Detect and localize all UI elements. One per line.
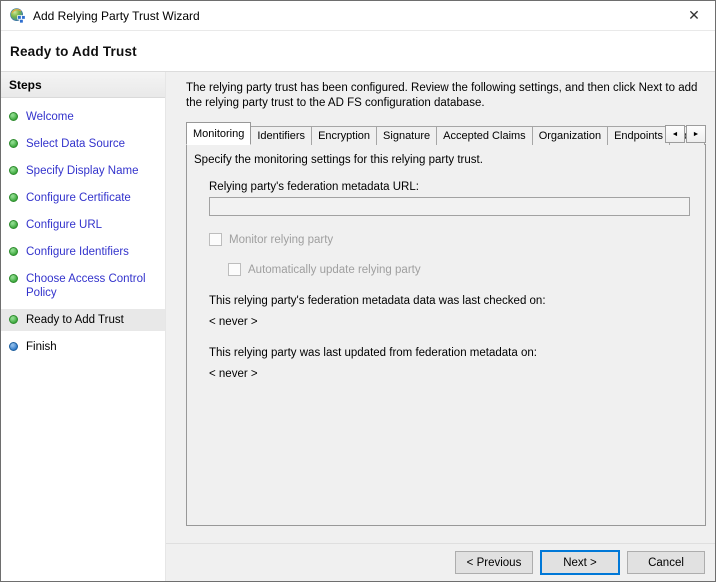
federation-metadata-url-label: Relying party's federation metadata URL:: [209, 181, 695, 193]
previous-button[interactable]: < Previous: [455, 551, 533, 574]
federation-metadata-url-input: [209, 197, 690, 216]
step-done-bullet-icon: [9, 220, 18, 229]
step-done-bullet-icon: [9, 247, 18, 256]
tab-identifiers[interactable]: Identifiers: [250, 126, 312, 145]
steps-heading: Steps: [1, 72, 165, 98]
step-select-data-source[interactable]: Select Data Source: [1, 133, 165, 155]
tab-endpoints[interactable]: Endpoints: [607, 126, 670, 145]
tab-encryption[interactable]: Encryption: [311, 126, 377, 145]
tab-scroll-buttons: ◄ ►: [664, 125, 706, 143]
close-icon[interactable]: ✕: [673, 1, 715, 30]
main-panel: The relying party trust has been configu…: [166, 72, 715, 543]
page-header: Ready to Add Trust: [1, 31, 715, 72]
last-checked-label: This relying party's federation metadata…: [209, 295, 695, 307]
step-choose-access-control-policy[interactable]: Choose Access Control Policy: [1, 268, 165, 304]
monitor-relying-party-row: Monitor relying party: [209, 233, 695, 246]
auto-update-label: Automatically update relying party: [248, 264, 421, 276]
tab-strip: Monitoring Identifiers Encryption Signat…: [186, 122, 706, 145]
tab-scroll-right-icon[interactable]: ►: [686, 125, 706, 143]
monitoring-tab-page: Specify the monitoring settings for this…: [186, 144, 706, 526]
step-done-bullet-icon: [9, 139, 18, 148]
monitoring-description: Specify the monitoring settings for this…: [194, 154, 695, 166]
tab-monitoring[interactable]: Monitoring: [186, 122, 251, 145]
tab-organization[interactable]: Organization: [532, 126, 608, 145]
settings-tab-control: Monitoring Identifiers Encryption Signat…: [186, 122, 706, 526]
tab-signature[interactable]: Signature: [376, 126, 437, 145]
step-upcoming-bullet-icon: [9, 342, 18, 351]
auto-update-row: Automatically update relying party: [228, 263, 695, 276]
step-configure-identifiers[interactable]: Configure Identifiers: [1, 241, 165, 263]
last-updated-value: < never >: [209, 368, 695, 380]
steps-list: Welcome Select Data Source Specify Displ…: [1, 98, 165, 363]
step-specify-display-name[interactable]: Specify Display Name: [1, 160, 165, 182]
tab-scroll-left-icon[interactable]: ◄: [665, 125, 685, 143]
intro-text: The relying party trust has been configu…: [186, 81, 711, 111]
steps-sidebar: Steps Welcome Select Data Source Specify…: [1, 72, 166, 581]
monitor-relying-party-checkbox: [209, 233, 222, 246]
tab-accepted-claims[interactable]: Accepted Claims: [436, 126, 533, 145]
last-checked-value: < never >: [209, 316, 695, 328]
page-title: Ready to Add Trust: [10, 44, 137, 59]
title-bar: Add Relying Party Trust Wizard ✕: [1, 1, 715, 31]
last-updated-label: This relying party was last updated from…: [209, 347, 695, 359]
step-configure-certificate[interactable]: Configure Certificate: [1, 187, 165, 209]
step-ready-to-add-trust: Ready to Add Trust: [1, 309, 165, 331]
next-button[interactable]: Next >: [540, 550, 620, 575]
step-done-bullet-icon: [9, 193, 18, 202]
step-configure-url[interactable]: Configure URL: [1, 214, 165, 236]
auto-update-checkbox: [228, 263, 241, 276]
window-title: Add Relying Party Trust Wizard: [33, 9, 200, 23]
monitor-relying-party-label: Monitor relying party: [229, 234, 333, 246]
cancel-button[interactable]: Cancel: [627, 551, 705, 574]
step-finish: Finish: [1, 336, 165, 358]
button-bar: < Previous Next > Cancel: [166, 543, 715, 581]
step-done-bullet-icon: [9, 274, 18, 283]
step-welcome[interactable]: Welcome: [1, 106, 165, 128]
step-done-bullet-icon: [9, 112, 18, 121]
adfs-wizard-icon: [10, 8, 26, 24]
step-done-bullet-icon: [9, 315, 18, 324]
wizard-window: Add Relying Party Trust Wizard ✕ Ready t…: [0, 0, 716, 582]
step-done-bullet-icon: [9, 166, 18, 175]
